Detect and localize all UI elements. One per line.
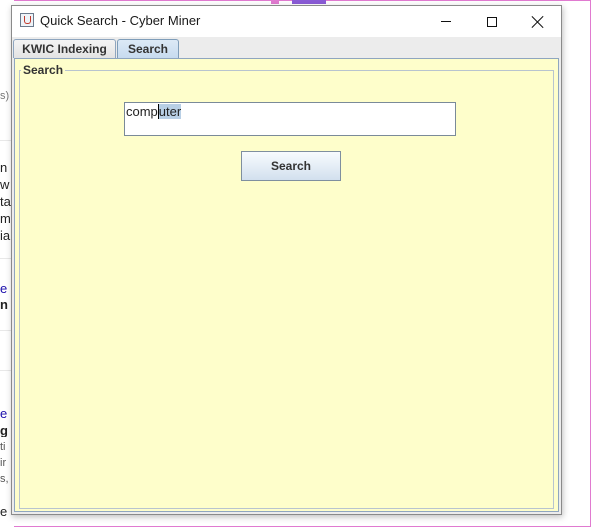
background-accent [292, 0, 326, 4]
window-title: Quick Search - Cyber Miner [40, 13, 201, 28]
minimize-icon [441, 21, 451, 22]
search-input-text-start: comp [126, 104, 158, 119]
close-icon [532, 16, 544, 28]
tab-search[interactable]: Search [117, 39, 179, 58]
search-input-selection-end: ter [166, 104, 182, 119]
maximize-icon [487, 16, 497, 27]
maximize-button[interactable] [469, 6, 515, 37]
search-input-selection: u [157, 104, 167, 119]
search-button[interactable]: Search [241, 151, 341, 181]
search-group: computer Search [19, 70, 554, 509]
search-input[interactable]: computer [124, 102, 456, 136]
background-accent [271, 0, 279, 4]
java-cup-icon [20, 13, 34, 27]
search-tab-panel: computer Search Search [14, 58, 559, 512]
title-bar[interactable]: Quick Search - Cyber Miner [12, 6, 561, 37]
quick-search-window: Quick Search - Cyber Miner KWIC Indexing… [11, 5, 562, 515]
close-button[interactable] [515, 6, 561, 37]
search-group-title: Search [21, 63, 66, 77]
tab-kwic-indexing[interactable]: KWIC Indexing [13, 39, 116, 58]
minimize-button[interactable] [423, 6, 469, 37]
